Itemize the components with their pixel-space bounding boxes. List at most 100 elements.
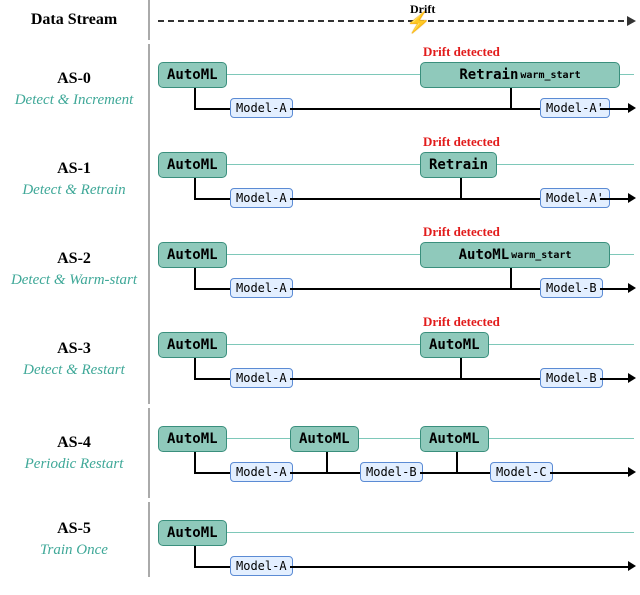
diagram-as4: AutoML AutoML AutoML Model-A Model-B Mod… [150, 408, 640, 498]
model-box: Model-A [230, 188, 293, 208]
as5-name: AS-5 [57, 520, 91, 538]
automl-label: AutoML [167, 67, 218, 83]
connector [194, 178, 196, 200]
connector [456, 472, 490, 474]
automl-box: AutoML [158, 520, 227, 546]
drift-detected: Drift detected [423, 134, 500, 150]
automl-box: AutoML [290, 426, 359, 452]
automl-box: AutoML [420, 426, 489, 452]
as1-name: AS-1 [57, 160, 91, 178]
green-line [158, 344, 634, 345]
automl-label: AutoML [167, 157, 218, 173]
connector [194, 546, 196, 568]
retrain-sub: warm_start [520, 70, 580, 81]
row-as4: AS-4 Periodic Restart AutoML AutoML Auto… [0, 408, 640, 498]
model-label: Model-A' [546, 101, 604, 115]
as4-sub: Periodic Restart [25, 456, 124, 473]
model-label: Model-A [236, 371, 287, 385]
connector [460, 378, 540, 380]
model-label: Model-C [496, 465, 547, 479]
arrow-icon [628, 467, 636, 477]
connector [420, 472, 456, 474]
automl-ws-box: AutoMLwarm_start [420, 242, 610, 268]
diagram-as3: Drift detected AutoML AutoML Model-A Mod… [150, 314, 640, 404]
automl-label: AutoML [167, 247, 218, 263]
connector [456, 452, 458, 474]
row-as1: AS-1 Detect & Retrain Drift detected Aut… [0, 134, 640, 224]
label-as3: AS-3 Detect & Restart [0, 314, 150, 404]
green-line [158, 438, 634, 439]
as0-sub: Detect & Increment [15, 92, 134, 109]
connector [194, 288, 230, 290]
lightning-icon: ⚡ [406, 10, 431, 35]
automl-label: AutoML [167, 337, 218, 353]
retrain-box: Retrainwarm_start [420, 62, 620, 88]
label-as0: AS-0 Detect & Increment [0, 44, 150, 134]
model-box: Model-A [230, 98, 293, 118]
automl-label: AutoML [459, 247, 510, 263]
connector [510, 108, 540, 110]
connector [510, 268, 512, 290]
retrain-label: Retrain [459, 67, 518, 83]
automl-label: AutoML [429, 337, 480, 353]
model-label: Model-A [236, 101, 287, 115]
as3-sub: Detect & Restart [23, 362, 125, 379]
as2-sub: Detect & Warm-start [11, 272, 137, 289]
green-line [158, 532, 634, 533]
model-label: Model-A [236, 559, 287, 573]
connector [290, 566, 628, 568]
model-box: Model-B [360, 462, 423, 482]
drift-detected: Drift detected [423, 44, 500, 60]
connector [600, 108, 628, 110]
row-as0: AS-0 Detect & Increment Drift detected A… [0, 44, 640, 134]
connector [194, 358, 196, 380]
drift-detected: Drift detected [423, 224, 500, 240]
diagram-as2: Drift detected AutoML AutoMLwarm_start M… [150, 224, 640, 314]
header-label-col: Data Stream [0, 0, 150, 40]
model-label: Model-A [236, 281, 287, 295]
automl-box: AutoML [158, 242, 227, 268]
connector [194, 268, 196, 290]
connector [550, 472, 628, 474]
label-as5: AS-5 Train Once [0, 502, 150, 577]
arrow-icon [628, 193, 636, 203]
green-line [158, 164, 634, 165]
connector [460, 178, 462, 200]
model-box: Model-A [230, 278, 293, 298]
model-box: Model-A [230, 368, 293, 388]
connector [290, 472, 326, 474]
connector [460, 198, 540, 200]
as3-name: AS-3 [57, 340, 91, 358]
arrow-icon [628, 561, 636, 571]
row-as2: AS-2 Detect & Warm-start Drift detected … [0, 224, 640, 314]
data-stream-title: Data Stream [31, 11, 117, 29]
automl-label: AutoML [167, 431, 218, 447]
connector [600, 198, 628, 200]
row-as3: AS-3 Detect & Restart Drift detected Aut… [0, 314, 640, 404]
as0-name: AS-0 [57, 70, 91, 88]
diagram-as1: Drift detected AutoML Retrain Model-A Mo… [150, 134, 640, 224]
model-label: Model-A [236, 465, 287, 479]
connector [194, 472, 230, 474]
connector [194, 198, 230, 200]
header-row: Data Stream Drift ⚡ [0, 0, 640, 40]
model-box: Model-B [540, 278, 603, 298]
header-timeline: Drift ⚡ [150, 0, 640, 40]
model-label: Model-A' [546, 191, 604, 205]
label-as4: AS-4 Periodic Restart [0, 408, 150, 498]
arrow-icon [628, 283, 636, 293]
connector [326, 472, 360, 474]
connector [510, 88, 512, 110]
connector [194, 88, 196, 110]
model-box: Model-A [230, 462, 293, 482]
model-label: Model-A [236, 191, 287, 205]
automl-sub: warm_start [511, 250, 571, 261]
automl-box: AutoML [420, 332, 489, 358]
retrain-label: Retrain [429, 157, 488, 173]
connector [460, 358, 462, 380]
connector [194, 378, 230, 380]
model-label: Model-B [366, 465, 417, 479]
diagram-as5: AutoML Model-A [150, 502, 640, 577]
automl-box: AutoML [158, 332, 227, 358]
automl-box: AutoML [158, 426, 227, 452]
